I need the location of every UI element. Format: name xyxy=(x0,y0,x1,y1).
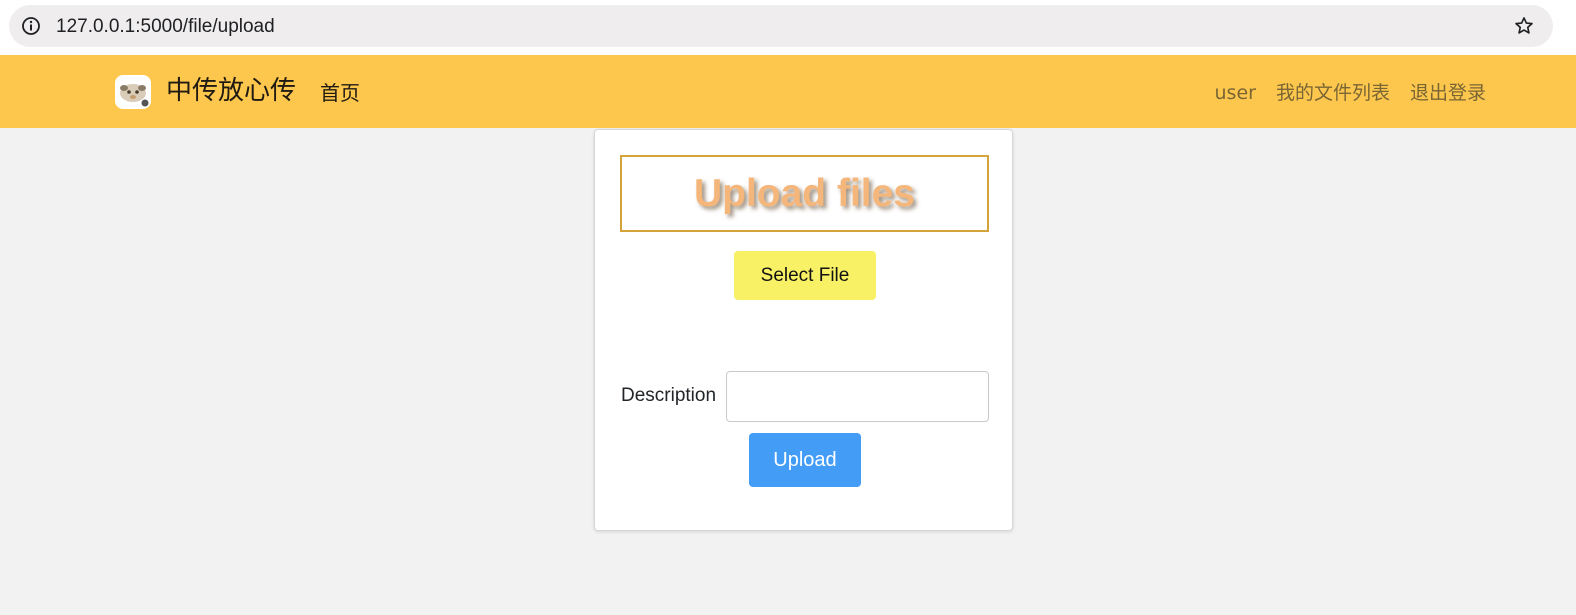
description-label: Description xyxy=(621,385,717,406)
user-nav: user 我的文件列表 退出登录 xyxy=(1215,80,1486,106)
description-input[interactable] xyxy=(726,371,989,422)
nav-my-files-link[interactable]: 我的文件列表 xyxy=(1276,80,1390,106)
nav-user-link[interactable]: user xyxy=(1215,80,1256,106)
brand-name[interactable]: 中传放心传 xyxy=(166,74,296,108)
bookmark-star-icon[interactable] xyxy=(1513,15,1535,37)
upload-title-box: Upload files xyxy=(620,155,989,232)
upload-title: Upload files xyxy=(693,172,916,215)
url-text[interactable]: 127.0.0.1:5000/file/upload xyxy=(56,16,275,37)
nav-logout-link[interactable]: 退出登录 xyxy=(1410,80,1486,106)
upload-button[interactable]: Upload xyxy=(749,433,861,487)
browser-toolbar: 127.0.0.1:5000/file/upload xyxy=(0,0,1576,55)
site-navbar: 中传放心传 首页 user 我的文件列表 退出登录 xyxy=(0,55,1576,128)
sheep-logo-icon[interactable] xyxy=(114,74,152,110)
address-bar[interactable]: 127.0.0.1:5000/file/upload xyxy=(9,5,1553,47)
select-file-button[interactable]: Select File xyxy=(734,251,876,300)
nav-home-link[interactable]: 首页 xyxy=(320,80,360,106)
info-icon[interactable] xyxy=(21,16,41,36)
upload-card: Upload files Select File Description Upl… xyxy=(594,129,1013,531)
